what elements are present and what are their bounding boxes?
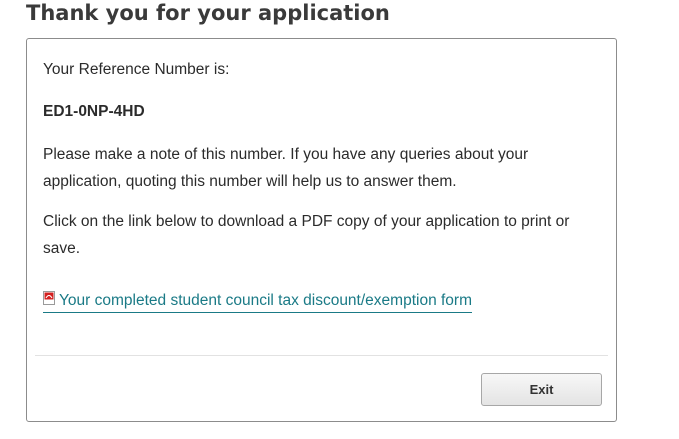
download-instructions: Click on the link below to download a PD… <box>43 213 570 257</box>
page-title: Thank you for your application <box>26 1 390 25</box>
pdf-download-link[interactable]: Your completed student council tax disco… <box>43 291 472 313</box>
reference-label: Your Reference Number is: <box>43 61 230 78</box>
note-paragraph: Please make a note of this number. If yo… <box>43 146 529 190</box>
pdf-link-label[interactable]: Your completed student council tax disco… <box>59 291 472 311</box>
reference-number: ED1-0NP-4HD <box>43 103 145 120</box>
divider <box>35 355 608 356</box>
pdf-file-icon <box>43 291 55 305</box>
exit-button[interactable]: Exit <box>481 373 602 406</box>
confirmation-panel: Your Reference Number is: ED1-0NP-4HD Pl… <box>26 38 617 422</box>
